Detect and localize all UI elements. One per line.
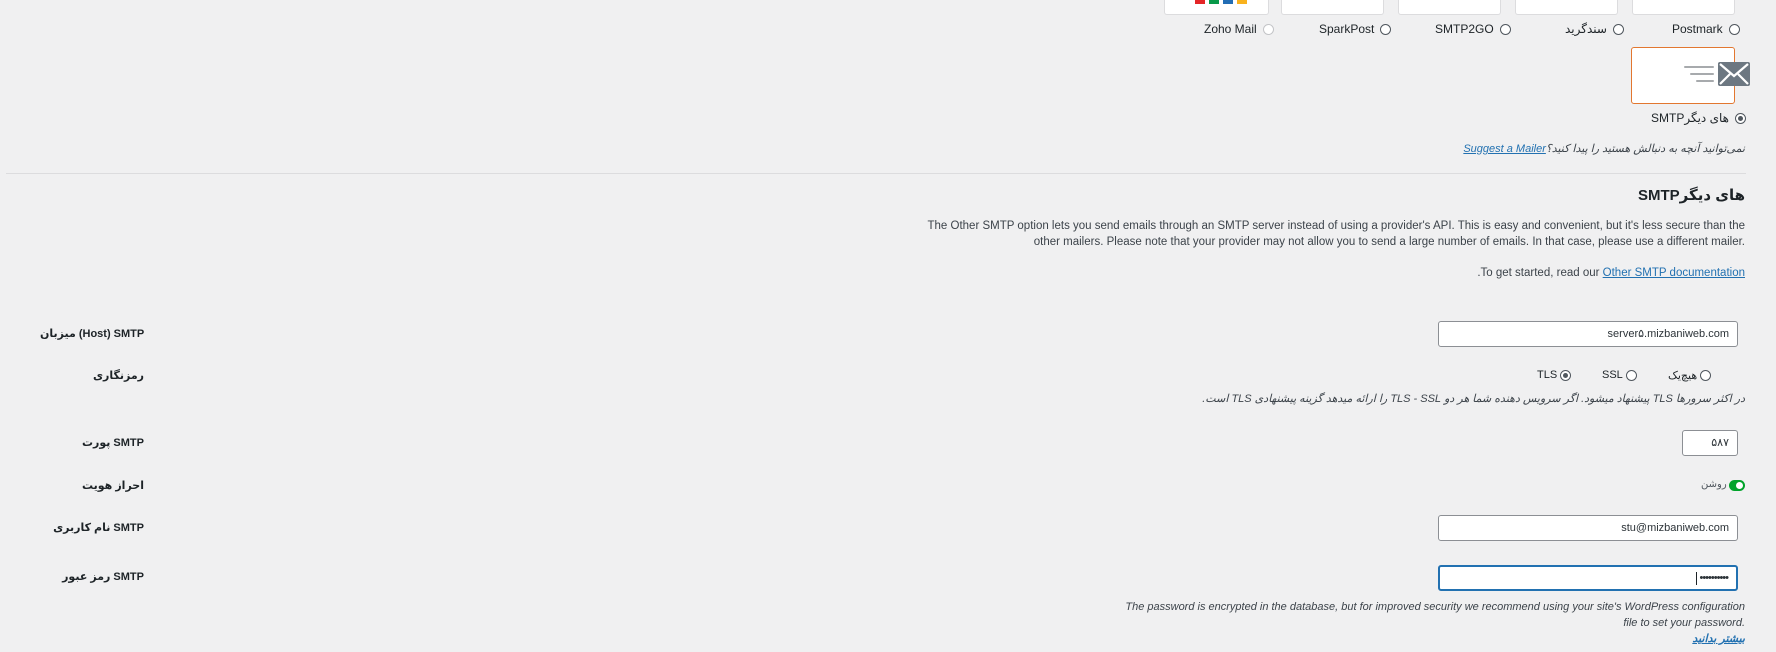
encryption-option-none[interactable]: هیچ‌یک bbox=[1668, 368, 1712, 382]
mailer-option-sparkpost[interactable]: SparkPost bbox=[1319, 20, 1392, 38]
smtp-password-label: رمز عبور SMTP bbox=[62, 571, 144, 583]
mailer-tile-sendgrid[interactable] bbox=[1515, 0, 1618, 15]
mailer-option-label: SMTP2GO bbox=[1435, 22, 1494, 36]
encryption-radio-ssl[interactable] bbox=[1625, 369, 1637, 381]
encryption-option-ssl[interactable]: SSL bbox=[1602, 368, 1637, 382]
get-started-text: .To get started, read our Other SMTP doc… bbox=[1477, 267, 1745, 279]
mailer-option-label: Postmark bbox=[1672, 22, 1723, 36]
mailer-option-label: Zoho Mail bbox=[1204, 22, 1257, 36]
encryption-option-label: SSL bbox=[1602, 369, 1623, 381]
mailer-radio-sendgrid[interactable] bbox=[1612, 23, 1624, 35]
password-note-line2: file to set your password. bbox=[1623, 617, 1745, 629]
mailer-radio-postmark[interactable] bbox=[1728, 23, 1740, 35]
password-note-line1: The password is encrypted in the databas… bbox=[1125, 601, 1745, 613]
auth-toggle[interactable] bbox=[1729, 480, 1745, 491]
smtp-host-input[interactable]: server۵.mizbaniweb.com bbox=[1438, 321, 1738, 347]
mailer-radio-zoho[interactable] bbox=[1262, 23, 1274, 35]
smtp-username-input[interactable]: stu@mizbaniweb.com bbox=[1438, 515, 1738, 541]
auth-state-label: روشن bbox=[1701, 479, 1727, 490]
mailer-tile-other-smtp[interactable] bbox=[1631, 47, 1750, 104]
suggest-mailer-link[interactable]: Suggest a Mailer bbox=[1463, 143, 1546, 155]
smtp-password-value: •••••••••• bbox=[1699, 572, 1728, 584]
smtp-port-label: پورت SMTP bbox=[81, 437, 144, 449]
zoho-logo-icon bbox=[1195, 0, 1247, 4]
mailer-option-other-smtp[interactable]: SMTPهای دیگر bbox=[1651, 109, 1746, 127]
other-smtp-docs-link[interactable]: Other SMTP documentation bbox=[1603, 267, 1745, 279]
encryption-option-label: TLS bbox=[1537, 369, 1558, 381]
mailer-option-label: SparkPost bbox=[1319, 22, 1375, 36]
mailer-option-zoho[interactable]: Zoho Mail bbox=[1204, 20, 1274, 38]
encryption-label: رمزنگاری bbox=[92, 370, 144, 382]
smtp-host-label: میزبان (Host) SMTP bbox=[40, 328, 145, 340]
mailer-tile-sparkpost[interactable] bbox=[1281, 0, 1384, 15]
smtp-port-input[interactable]: ۵۸۷ bbox=[1682, 430, 1738, 456]
learn-more-link[interactable]: بیشتر بدانید bbox=[1692, 632, 1745, 645]
smtp-settings-page: { "mailers": { "options": [ { "label": "… bbox=[0, 0, 1776, 652]
password-caret bbox=[1696, 571, 1698, 585]
encryption-hint: در اکثر سرورها TLS پیشنهاد میشود. اگر سر… bbox=[1202, 393, 1745, 405]
encryption-radio-tls[interactable] bbox=[1560, 369, 1572, 381]
suggest-mailer-row: Suggest a Mailerنمی‌توانید آنچه به دنبال… bbox=[1463, 142, 1745, 155]
encryption-option-tls[interactable]: TLS bbox=[1537, 368, 1572, 382]
section-title: SMTPهای دیگر bbox=[1637, 187, 1745, 204]
mailer-option-sendgrid[interactable]: سندگرید bbox=[1565, 20, 1624, 38]
mailer-radio-smtp2go[interactable] bbox=[1499, 23, 1511, 35]
mailer-option-label: سندگرید bbox=[1565, 22, 1607, 36]
section-divider bbox=[6, 173, 1746, 174]
mailer-radio-other-smtp[interactable] bbox=[1735, 112, 1746, 124]
section-description-line1: The Other SMTP option lets you send emai… bbox=[927, 220, 1746, 232]
suggest-mailer-question: نمی‌توانید آنچه به دنبالش هستید را پیدا … bbox=[1545, 143, 1745, 155]
mailer-tile-postmark[interactable] bbox=[1632, 0, 1735, 15]
envelope-icon bbox=[1684, 62, 1750, 86]
smtp-username-label: نام کاربری SMTP bbox=[53, 522, 144, 534]
mailer-tile-smtp2go[interactable] bbox=[1398, 0, 1501, 15]
mailer-radio-sparkpost[interactable] bbox=[1380, 23, 1392, 35]
encryption-option-label: هیچ‌یک bbox=[1668, 369, 1698, 382]
mailer-option-postmark[interactable]: Postmark bbox=[1672, 20, 1740, 38]
get-started-suffix: .To get started, read our bbox=[1477, 267, 1600, 279]
auth-label: احراز هویت bbox=[82, 480, 144, 492]
smtp-password-input[interactable]: •••••••••• bbox=[1438, 565, 1738, 591]
mailer-tile-zoho[interactable] bbox=[1164, 0, 1269, 15]
mailer-option-label: SMTPهای دیگر bbox=[1651, 111, 1729, 125]
mailer-option-smtp2go[interactable]: SMTP2GO bbox=[1435, 20, 1511, 38]
encryption-radio-none[interactable] bbox=[1700, 369, 1712, 381]
section-description-line2: other mailers. Please note that your pro… bbox=[1033, 236, 1745, 248]
